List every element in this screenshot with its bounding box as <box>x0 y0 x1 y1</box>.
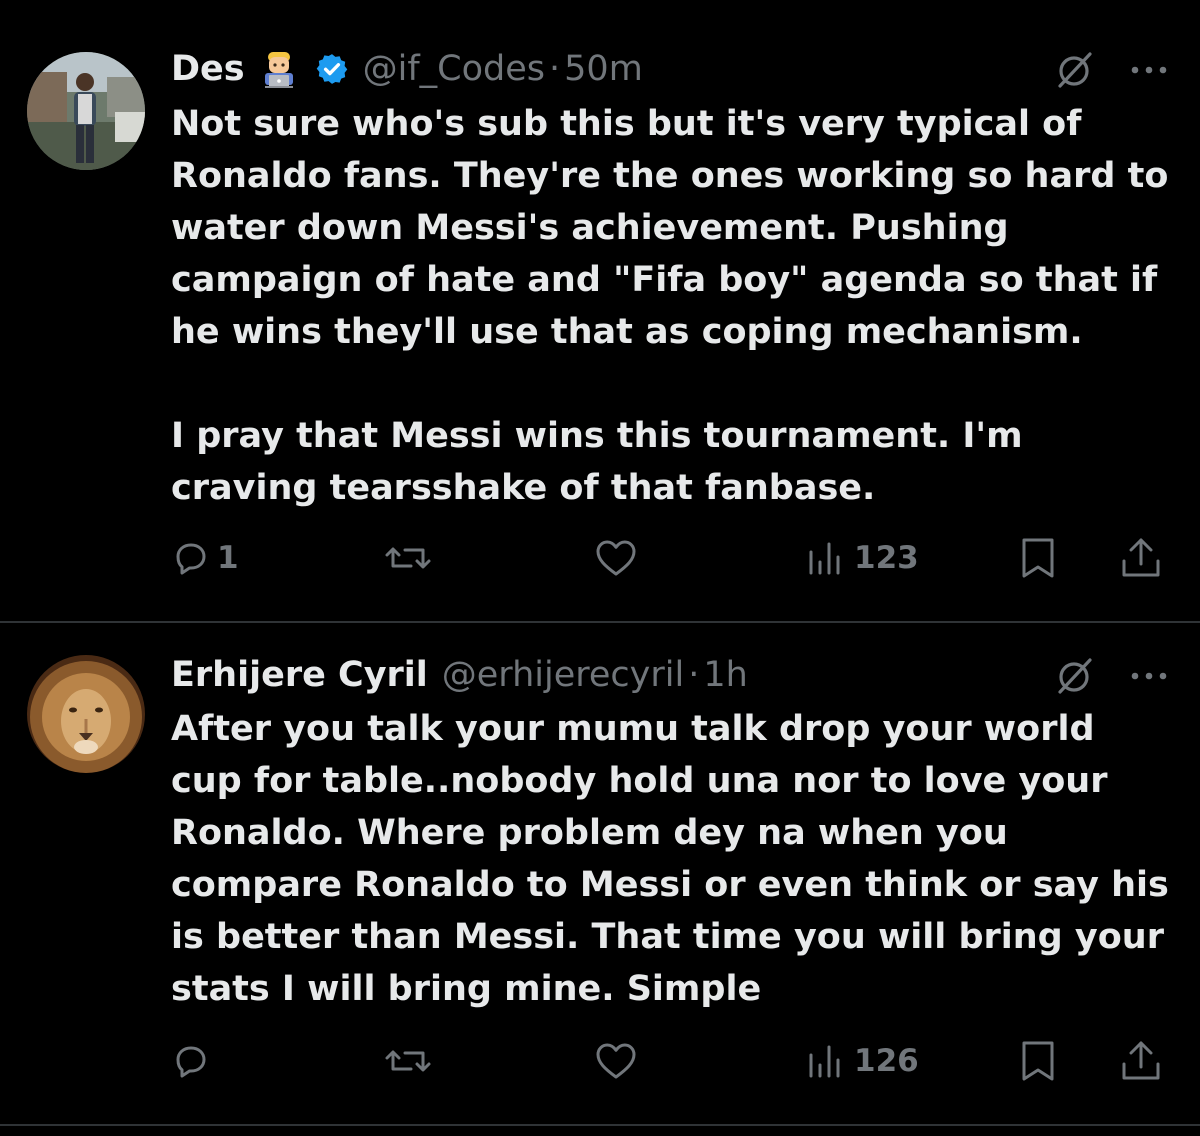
reply-count: 1 <box>217 540 239 576</box>
grok-icon[interactable] <box>1054 50 1094 90</box>
share-icon <box>1118 535 1164 581</box>
tweet-header: Des @if_Codes · 50m <box>171 44 643 94</box>
reply-icon <box>173 540 209 576</box>
views-button[interactable]: 126 <box>806 1036 919 1086</box>
views-icon <box>806 538 846 578</box>
grok-icon[interactable] <box>1054 656 1094 696</box>
tweet-header: Erhijere Cyril @erhijerecyril · 1h <box>171 650 748 700</box>
verified-badge-icon <box>315 52 349 86</box>
like-icon <box>594 538 638 578</box>
reply-button[interactable] <box>173 1036 217 1086</box>
tweet-text: After you talk your mumu talk drop your … <box>171 709 1169 1009</box>
separator-dot: · <box>688 655 700 695</box>
views-icon <box>806 1041 846 1081</box>
views-count: 126 <box>854 1043 919 1079</box>
separator-dot: · <box>549 49 561 89</box>
views-button[interactable]: 123 <box>806 533 919 583</box>
share-button[interactable] <box>1118 533 1164 583</box>
reply-button[interactable]: 1 <box>173 533 239 583</box>
tweet-actions: 126 <box>0 1036 1200 1086</box>
retweet-icon <box>384 1043 432 1079</box>
bookmark-icon <box>1018 536 1058 580</box>
retweet-icon <box>384 540 432 576</box>
timestamp[interactable]: 1h <box>703 650 747 700</box>
tweet[interactable]: Erhijere Cyril @erhijerecyril · 1h After… <box>0 623 1200 1123</box>
display-name[interactable]: Erhijere Cyril <box>171 650 428 700</box>
like-button[interactable] <box>594 533 646 583</box>
tweet-divider <box>0 1124 1200 1126</box>
bookmark-button[interactable] <box>1018 1036 1058 1086</box>
share-icon <box>1118 1038 1164 1084</box>
share-button[interactable] <box>1118 1036 1164 1086</box>
bookmark-button[interactable] <box>1018 533 1058 583</box>
retweet-button[interactable] <box>384 533 440 583</box>
user-handle[interactable]: @if_Codes <box>363 44 545 94</box>
tweet-text: Not sure who's sub this but it's very ty… <box>171 104 1169 508</box>
technologist-emoji-icon <box>259 49 299 89</box>
avatar[interactable] <box>27 655 145 773</box>
like-icon <box>594 1041 638 1081</box>
views-count: 123 <box>854 540 919 576</box>
like-button[interactable] <box>594 1036 646 1086</box>
tweet[interactable]: Des @if_Codes · 50m Not sure who's sub t… <box>0 0 1200 622</box>
retweet-button[interactable] <box>384 1036 440 1086</box>
display-name[interactable]: Des <box>171 44 245 94</box>
more-icon[interactable] <box>1127 60 1171 80</box>
reply-icon <box>173 1043 209 1079</box>
timestamp[interactable]: 50m <box>564 44 643 94</box>
user-handle[interactable]: @erhijerecyril <box>442 650 684 700</box>
tweet-actions: 1 123 <box>0 533 1200 583</box>
bookmark-icon <box>1018 1039 1058 1083</box>
avatar[interactable] <box>27 52 145 170</box>
more-icon[interactable] <box>1127 666 1171 686</box>
